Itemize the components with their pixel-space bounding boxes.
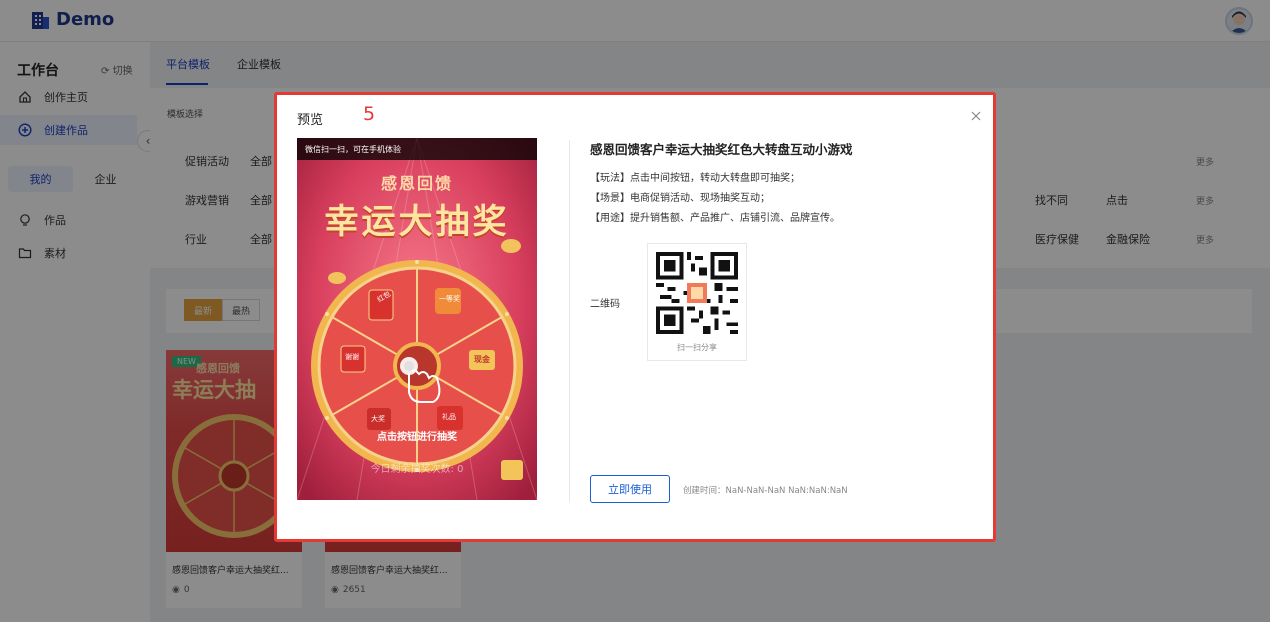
template-desc-purpose: 【用途】提升销售额、产品推广、店铺引流、品牌宣传。 xyxy=(590,213,840,224)
wheel-segment-label: 礼品 xyxy=(442,413,456,421)
preview-heading-large: 幸运大抽奖 xyxy=(324,202,510,242)
qr-caption: 扫一扫分享 xyxy=(677,343,717,352)
vertical-divider xyxy=(569,140,570,502)
template-title: 感恩回馈客户幸运大抽奖红色大转盘互动小游戏 xyxy=(590,142,853,157)
preview-heading-small: 感恩回馈 xyxy=(380,174,453,193)
qr-code-icon xyxy=(656,252,738,334)
preview-scan-hint: 微信扫一扫，可在手机体验 xyxy=(297,138,537,160)
template-desc-play: 【玩法】点击中间按钮，转动大转盘即可抽奖； xyxy=(590,173,800,184)
template-desc-scene: 【场景】电商促销活动、现场抽奖互动； xyxy=(590,193,770,204)
step-marker: 5 xyxy=(363,103,376,125)
mobile-preview[interactable]: 微信扫一扫，可在手机体验 感恩回馈 幸运大抽奖 红包 一等奖 现金 谢谢 大奖 … xyxy=(297,138,537,500)
qr-code-box: 扫一扫分享 xyxy=(647,243,747,361)
preview-remaining-text: 今日剩余抽奖次数: 0 xyxy=(370,464,464,475)
use-now-button[interactable]: 立即使用 xyxy=(590,475,670,503)
wheel-segment-label: 大奖 xyxy=(371,415,385,423)
wheel-segment-label: 谢谢 xyxy=(345,353,359,361)
close-icon[interactable] xyxy=(969,109,983,123)
preview-cta-text: 点击按钮进行抽奖 xyxy=(377,432,457,443)
preview-modal: 预览 5 微信扫一扫，可在手机体验 感恩回馈 幸运大抽奖 红包 一等奖 现金 谢… xyxy=(274,92,996,542)
qr-label: 二维码 xyxy=(590,299,620,310)
modal-title: 预览 xyxy=(297,113,324,128)
wheel-segment-label: 现金 xyxy=(474,355,490,364)
wheel-segment-label: 一等奖 xyxy=(439,295,460,303)
created-time: 创建时间：NaN-NaN-NaN NaN:NaN:NaN xyxy=(683,486,848,496)
